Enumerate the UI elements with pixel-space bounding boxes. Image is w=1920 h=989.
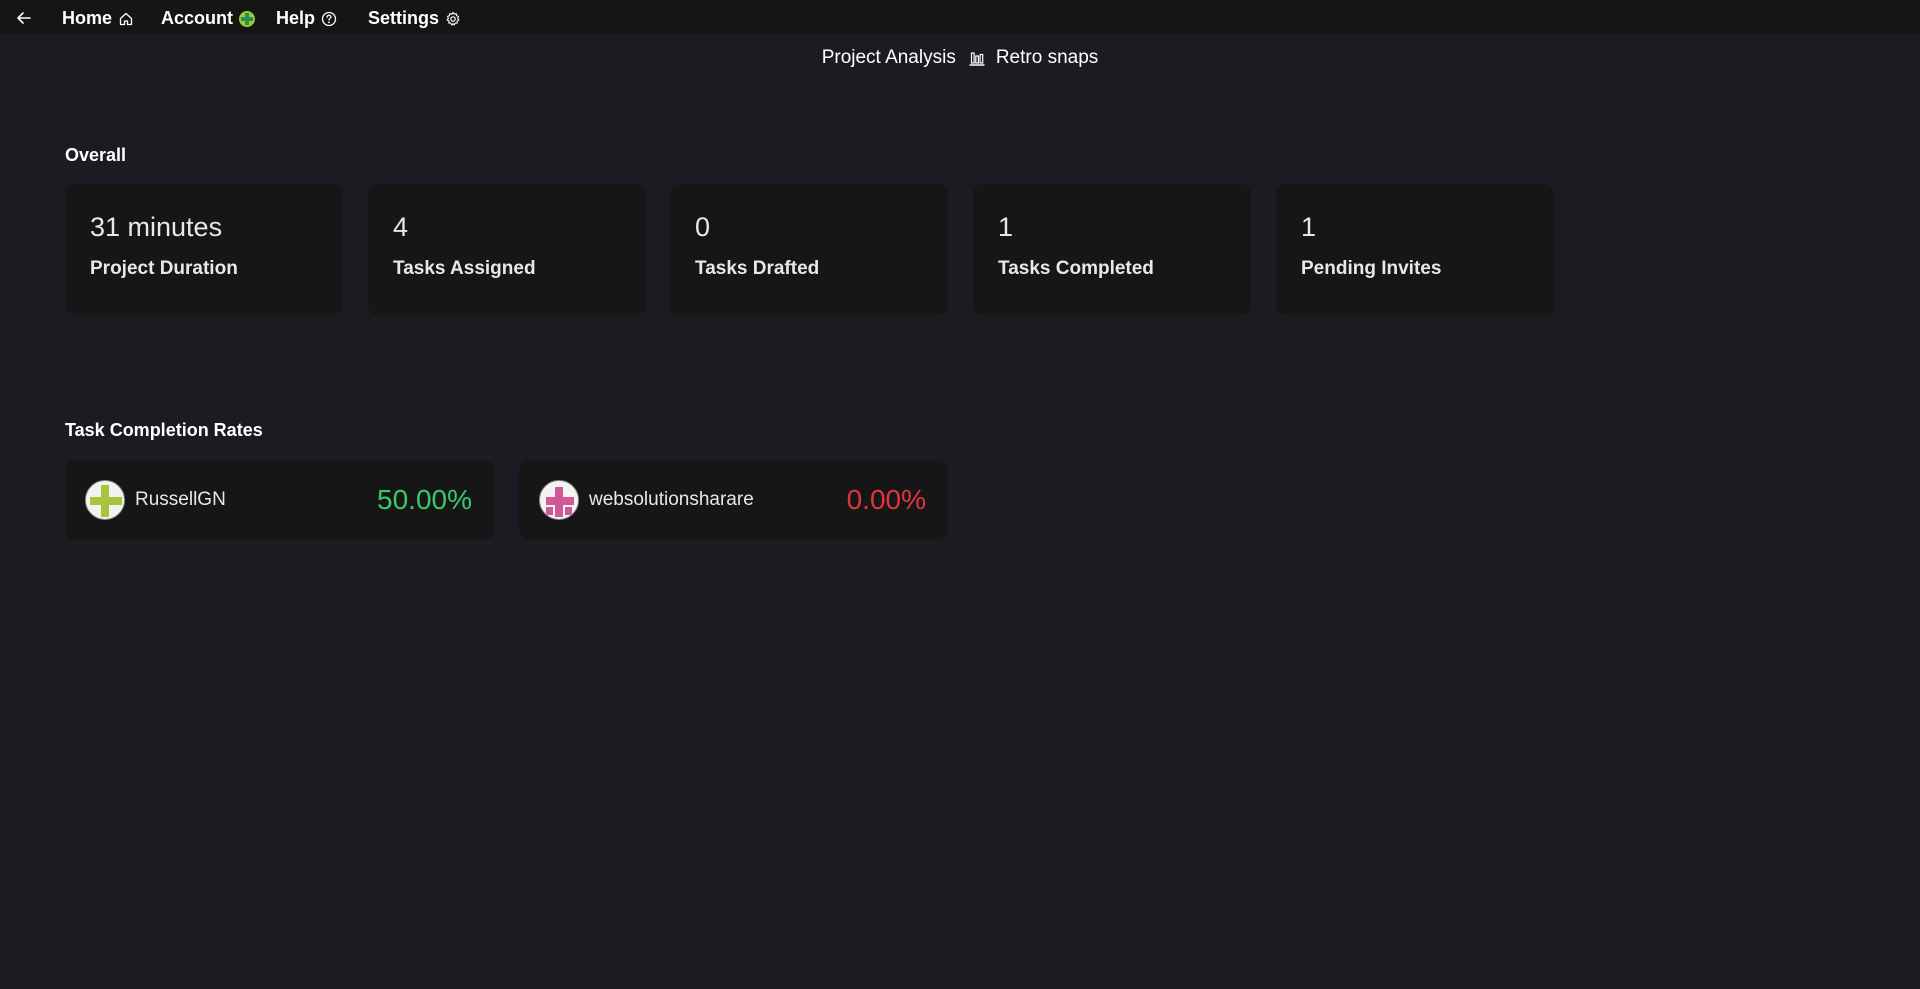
- stat-card-pending-invites: 1 Pending Invites: [1276, 184, 1554, 315]
- completion-rate: 0.00%: [846, 484, 926, 515]
- nav-settings-label: Settings: [368, 8, 440, 28]
- stat-card-tasks-assigned: 4 Tasks Assigned: [368, 184, 646, 315]
- user-name: RussellGN: [135, 489, 226, 510]
- stat-card-tasks-drafted: 0 Tasks Drafted: [670, 184, 948, 315]
- home-icon: [118, 11, 134, 27]
- back-button[interactable]: [14, 8, 34, 28]
- nav-settings-link[interactable]: Settings: [368, 0, 461, 37]
- stat-label: Pending Invites: [1301, 258, 1442, 279]
- user-name: websolutionsharare: [589, 489, 754, 510]
- avatar: [85, 480, 125, 520]
- nav-home-label: Home: [62, 8, 113, 28]
- stat-value: 31 minutes: [90, 212, 223, 242]
- account-avatar-icon: [239, 10, 255, 27]
- top-nav-bar: Home Account Help Settings: [0, 0, 1920, 34]
- overall-heading: Overall: [65, 145, 127, 165]
- avatar: [539, 480, 579, 520]
- task-completion-rates-heading: Task Completion Rates: [65, 420, 263, 440]
- stat-card-project-duration: 31 minutes Project Duration: [65, 184, 343, 315]
- retro-snaps-link[interactable]: Retro snaps: [996, 47, 1098, 69]
- project-subnav: Project Analysis Retro snaps: [0, 47, 1920, 69]
- arrow-left-icon: [17, 12, 31, 24]
- stat-label: Tasks Assigned: [393, 258, 536, 279]
- gear-icon: [445, 11, 461, 27]
- completion-rate: 50.00%: [377, 484, 472, 515]
- stat-value: 1: [1301, 212, 1317, 242]
- user-completion-card: websolutionsharare 0.00%: [519, 460, 948, 540]
- nav-account-link[interactable]: Account: [161, 0, 255, 37]
- user-completion-card: RussellGN 50.00%: [65, 460, 494, 540]
- stat-label: Tasks Completed: [998, 258, 1154, 279]
- nav-home-link[interactable]: Home: [62, 0, 134, 37]
- bar-chart-icon: [968, 49, 986, 67]
- stat-value: 4: [393, 212, 409, 242]
- nav-account-label: Account: [161, 8, 233, 28]
- stat-label: Tasks Drafted: [695, 258, 820, 279]
- stat-value: 0: [695, 212, 711, 242]
- nav-help-link[interactable]: Help: [276, 0, 337, 37]
- stat-card-tasks-completed: 1 Tasks Completed: [973, 184, 1251, 315]
- question-circle-icon: [321, 11, 337, 27]
- nav-help-label: Help: [276, 8, 316, 28]
- stat-value: 1: [998, 212, 1014, 242]
- stat-label: Project Duration: [90, 258, 238, 279]
- project-analysis-link[interactable]: Project Analysis: [822, 47, 956, 69]
